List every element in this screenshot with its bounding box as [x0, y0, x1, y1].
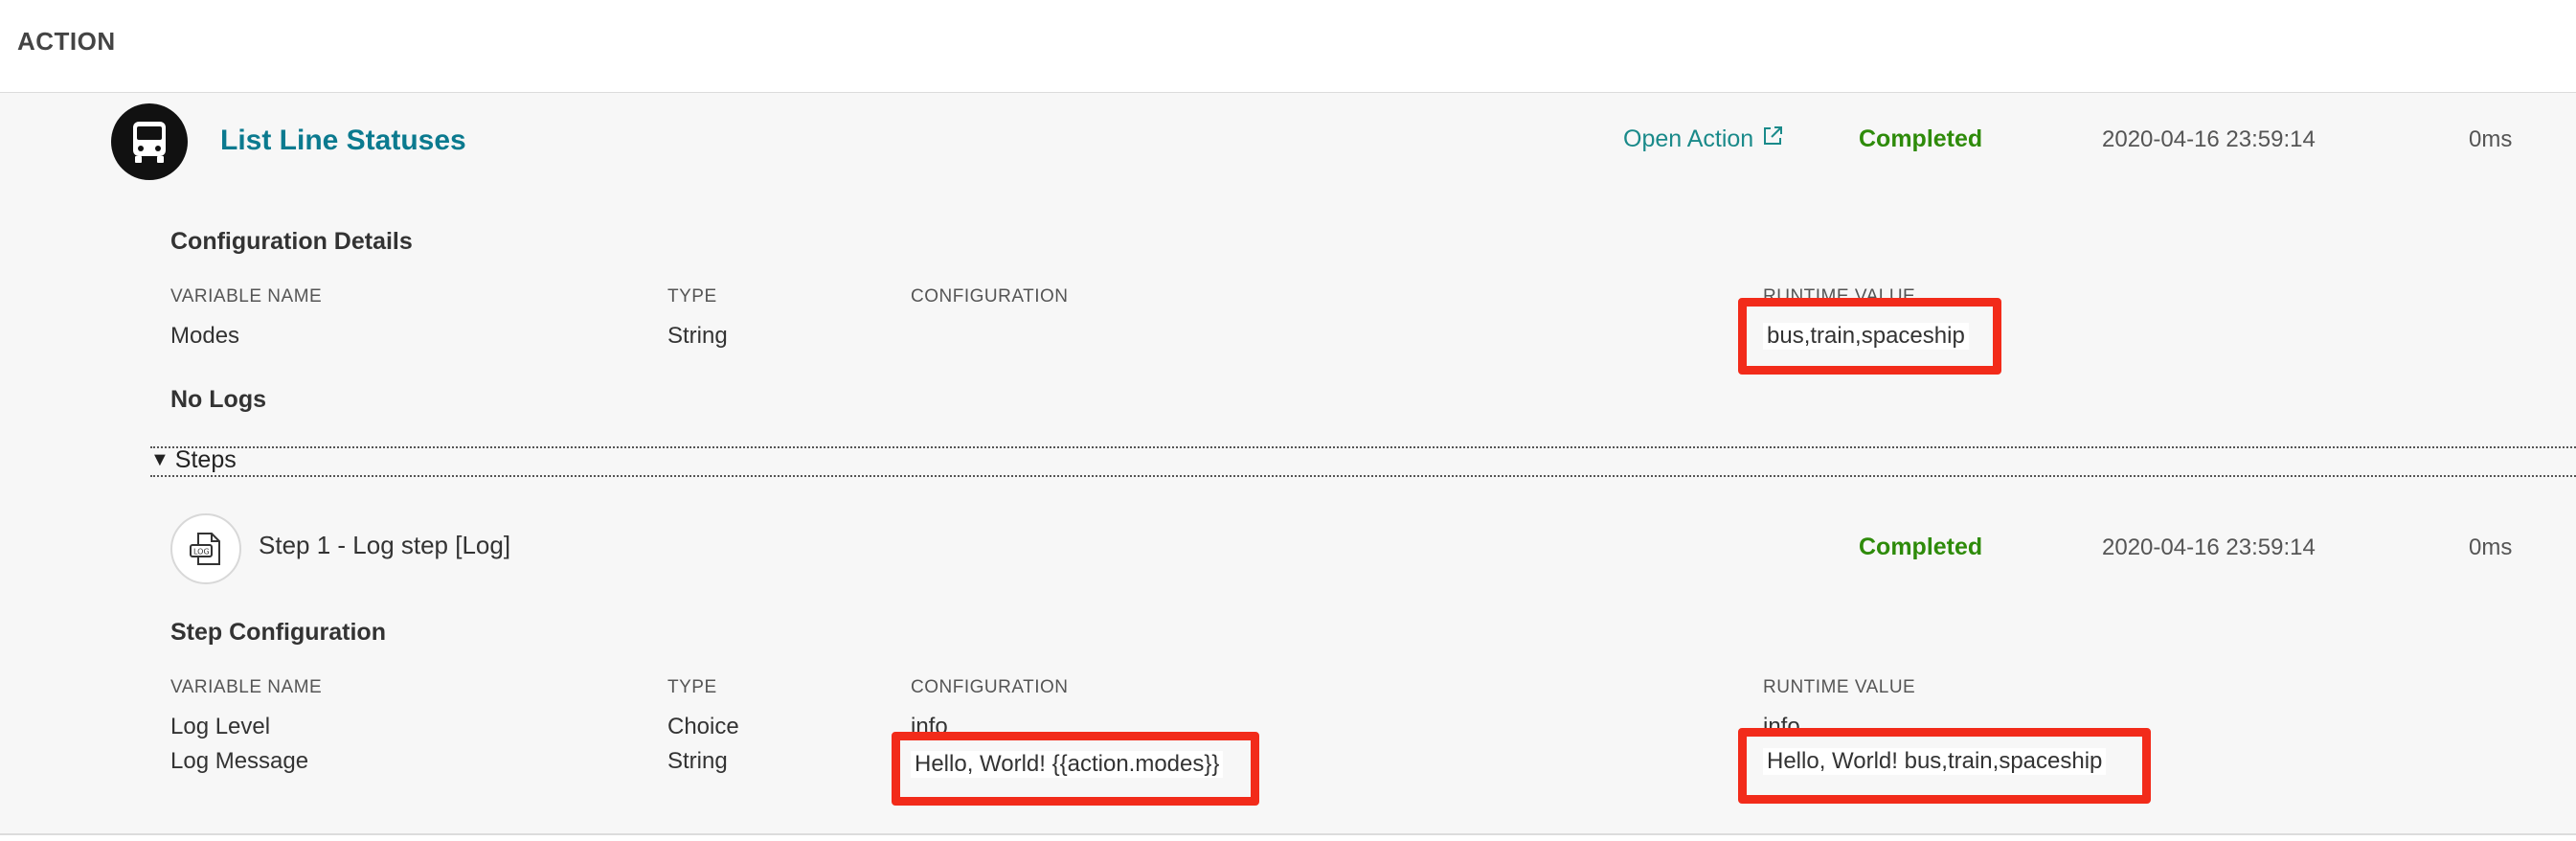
- log-file-icon: LOG: [170, 513, 241, 584]
- steps-toggle[interactable]: ▼ Steps: [150, 446, 237, 474]
- action-status: Completed: [1859, 125, 1983, 152]
- highlight-box: [1738, 298, 2001, 375]
- section-title: ACTION: [17, 27, 116, 56]
- step-timestamp: 2020-04-16 23:59:14: [2102, 534, 2316, 560]
- triangle-down-icon: ▼: [150, 449, 169, 470]
- step-duration: 0ms: [2469, 534, 2513, 560]
- step-config-heading: Step Configuration: [170, 619, 386, 646]
- col-variable-name: VARIABLE NAME: [170, 286, 323, 307]
- action-timestamp: 2020-04-16 23:59:14: [2102, 126, 2316, 152]
- var-type-cell: Choice: [667, 714, 739, 739]
- logs-label: No Logs: [170, 386, 266, 413]
- svg-text:LOG: LOG: [193, 548, 210, 557]
- step-status: Completed: [1859, 534, 1983, 560]
- highlight-box: [892, 732, 1259, 806]
- col-type: TYPE: [667, 286, 717, 307]
- var-name-cell: Log Level: [170, 714, 271, 739]
- divider: [0, 833, 2576, 835]
- col-variable-name: VARIABLE NAME: [170, 677, 323, 697]
- external-link-icon: [1761, 125, 1784, 154]
- config-heading: Configuration Details: [170, 228, 413, 255]
- step-title[interactable]: Step 1 - Log step [Log]: [259, 531, 510, 560]
- open-action-label: Open Action: [1623, 125, 1754, 152]
- var-type-cell: String: [667, 748, 728, 774]
- open-action-link[interactable]: Open Action: [1623, 125, 1784, 154]
- var-name-cell: Modes: [170, 323, 240, 349]
- action-title-link[interactable]: List Line Statuses: [220, 125, 466, 157]
- steps-toggle-band[interactable]: [150, 446, 2576, 477]
- var-name-cell: Log Message: [170, 748, 309, 774]
- var-type-cell: String: [667, 323, 728, 349]
- col-configuration: CONFIGURATION: [911, 286, 1069, 307]
- col-configuration: CONFIGURATION: [911, 677, 1069, 697]
- col-type: TYPE: [667, 677, 717, 697]
- bus-icon: [111, 103, 188, 180]
- action-duration: 0ms: [2469, 126, 2513, 152]
- steps-label: Steps: [174, 446, 237, 473]
- col-runtime-value: RUNTIME VALUE: [1763, 677, 1916, 697]
- highlight-box: [1738, 728, 2151, 804]
